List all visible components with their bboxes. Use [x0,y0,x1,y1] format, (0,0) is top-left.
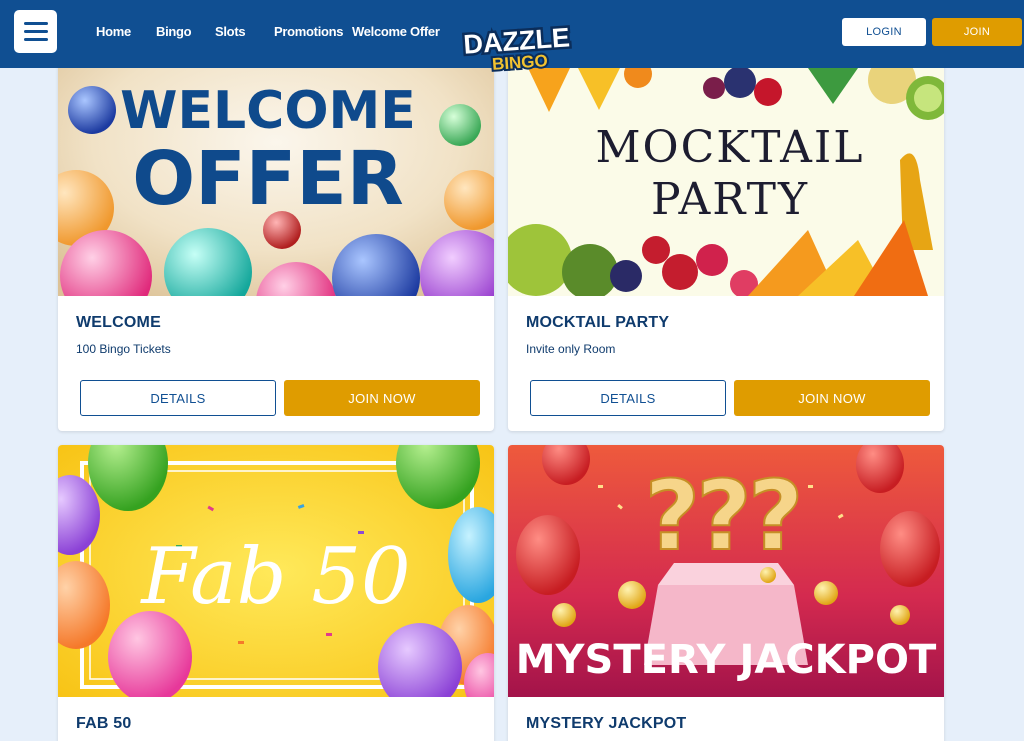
card-title: FAB 50 [76,715,132,732]
join-button[interactable]: JOIN [932,18,1022,46]
nav-slots[interactable]: Slots [215,24,246,39]
banner-line-2: OFFER [132,136,404,222]
card-subtitle: 100 Bingo Tickets [76,342,171,356]
dazzle-bingo-logo[interactable]: DAZZLE BINGO [452,20,582,76]
details-button[interactable]: DETAILS [530,380,726,416]
card-title: MYSTERY JACKPOT [526,715,687,732]
promo-card-mystery-jackpot: ??? MYSTERY JACKPOT MYSTERY JACKPOT [508,445,944,741]
welcome-offer-banner[interactable]: WELCOME OFFER [58,40,494,296]
card-subtitle: Invite only Room [526,342,616,356]
nav-welcome-offer[interactable]: Welcome Offer [352,24,440,39]
join-now-button[interactable]: JOIN NOW [734,380,930,416]
card-title: MOCKTAIL PARTY [526,314,670,331]
mystery-jackpot-banner[interactable]: ??? MYSTERY JACKPOT [508,445,944,697]
banner-line-1: MOCKTAIL [596,122,865,173]
banner-line-2: PARTY [651,174,809,225]
card-title: WELCOME [76,314,161,331]
mocktail-party-banner[interactable]: MOCKTAIL PARTY [508,40,944,296]
promo-card-mocktail-party: MOCKTAIL PARTY MOCKTAIL PARTY Invite onl… [508,40,944,431]
nav-bingo[interactable]: Bingo [156,24,192,39]
hamburger-menu-button[interactable] [14,10,57,53]
menu-icon-bar [23,22,48,25]
nav-promotions[interactable]: Promotions [274,24,344,39]
banner-line-1: WELCOME [120,81,416,141]
logo-text-bottom: BINGO [491,51,548,74]
menu-icon-bar [23,30,48,33]
promo-card-fab-50: Fab 50 FAB 50 [58,445,494,741]
top-header: Home Bingo Slots Promotions Welcome Offe… [0,0,1024,76]
banner-line-1: MYSTERY JACKPOT [516,637,937,683]
svg-text:???: ??? [644,460,799,572]
nav-home[interactable]: Home [96,24,131,39]
fab-50-banner[interactable]: Fab 50 [58,445,494,697]
banner-line-1: Fab 50 [139,532,410,622]
login-button[interactable]: LOGIN [842,18,926,46]
promo-card-welcome: WELCOME OFFER WELCOME 100 Bingo Tickets … [58,40,494,431]
details-button[interactable]: DETAILS [80,380,276,416]
menu-icon-bar [23,38,48,41]
join-now-button[interactable]: JOIN NOW [284,380,480,416]
